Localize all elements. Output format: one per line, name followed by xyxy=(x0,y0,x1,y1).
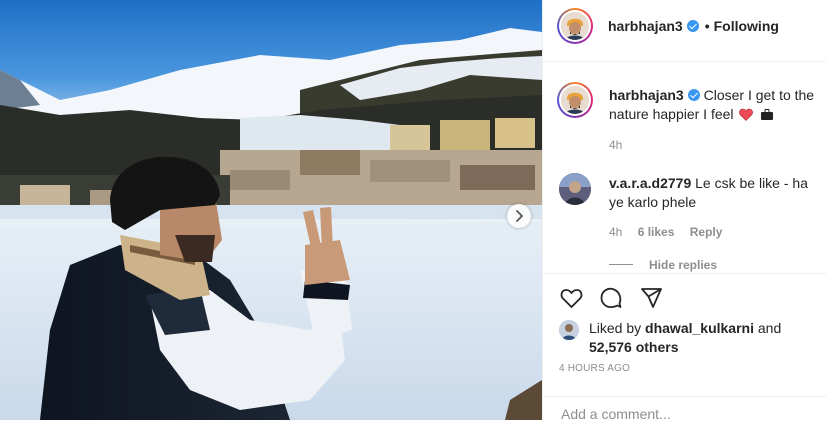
heart-outline-icon[interactable] xyxy=(559,286,584,310)
liked-by-user[interactable]: dhawal_kulkarni xyxy=(645,320,754,336)
caption-username[interactable]: harbhajan3 xyxy=(609,87,684,103)
avatar-photo xyxy=(561,12,589,40)
liked-by-and: and xyxy=(757,320,782,336)
header-user-line: harbhajan3 • Following xyxy=(608,18,779,34)
paper-plane-icon[interactable] xyxy=(639,286,663,310)
liked-by-prefix: Liked by xyxy=(589,320,642,336)
comment: v.a.r.a.d2779 Le csk be like - ha ye kar… xyxy=(609,174,817,212)
commenter-username[interactable]: v.a.r.a.d2779 xyxy=(609,175,691,191)
add-comment-bar xyxy=(543,396,826,423)
chevron-right-icon xyxy=(516,210,523,222)
verified-badge-icon xyxy=(687,89,700,101)
caption: harbhajan3 Closer I get to the nature ha… xyxy=(609,86,817,124)
add-comment-input[interactable] xyxy=(559,405,803,423)
next-photo-button[interactable] xyxy=(507,204,531,228)
caption-author-avatar[interactable] xyxy=(557,82,593,118)
replies-line xyxy=(609,264,633,265)
photo-scene xyxy=(0,0,542,420)
avatar-photo xyxy=(561,86,589,114)
red-heart-emoji xyxy=(739,107,754,121)
following-button[interactable]: Following xyxy=(714,18,779,34)
avatar-photo xyxy=(559,320,579,340)
hide-replies-label: Hide replies xyxy=(649,258,718,272)
post-header: harbhajan3 • Following xyxy=(543,0,826,62)
separator-dot: • xyxy=(704,18,710,34)
liker-avatar[interactable] xyxy=(559,320,579,340)
avatar-photo xyxy=(559,173,591,205)
liked-by-others[interactable]: 52,576 others xyxy=(589,339,679,355)
author-username[interactable]: harbhajan3 xyxy=(608,18,683,34)
caption-age[interactable]: 4h xyxy=(609,138,622,152)
comments-section: harbhajan3 Closer I get to the nature ha… xyxy=(543,62,826,272)
briefcase-emoji xyxy=(760,106,774,120)
comment-bubble-icon[interactable] xyxy=(599,286,623,310)
comment-likes[interactable]: 6 likes xyxy=(638,225,675,239)
post-side-panel: harbhajan3 • Following harbhajan3 Closer I… xyxy=(542,0,826,423)
hide-replies-button[interactable]: Hide replies xyxy=(609,258,717,272)
post-timestamp[interactable]: 4 HOURS AGO xyxy=(559,363,630,374)
comment-meta: 4h 6 likes Reply xyxy=(609,225,722,239)
commenter-avatar[interactable] xyxy=(559,173,591,205)
verified-badge-icon xyxy=(686,20,699,32)
liked-by-line: Liked by dhawal_kulkarni and 52,576 othe… xyxy=(589,319,781,357)
post-photo[interactable] xyxy=(0,0,542,420)
author-avatar[interactable] xyxy=(557,8,593,44)
reply-button[interactable]: Reply xyxy=(690,225,723,239)
comment-age[interactable]: 4h xyxy=(609,225,622,239)
